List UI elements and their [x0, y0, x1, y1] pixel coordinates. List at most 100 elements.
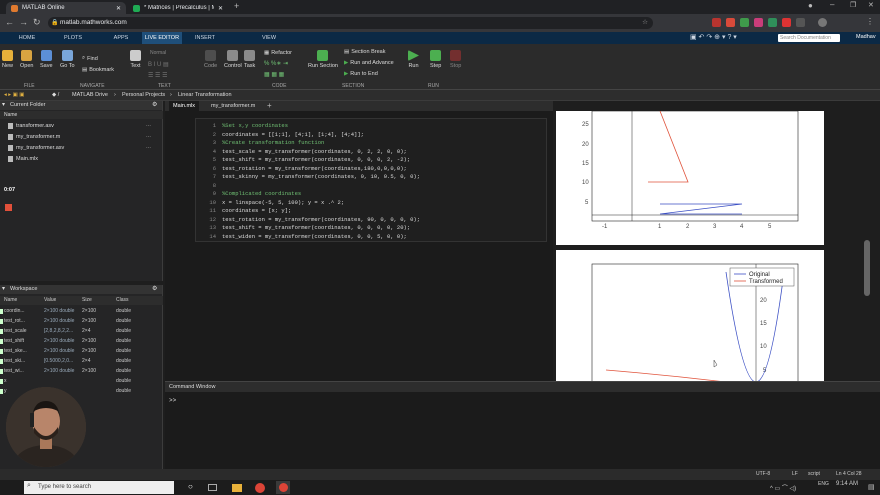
format-icons[interactable]: B I U ▤: [148, 61, 169, 68]
figure-2[interactable]: 20 15 10 5 Original Transformed: [556, 250, 824, 383]
workspace-row[interactable]: test_shift 2×100 double 2×100 double: [0, 337, 163, 346]
open-button[interactable]: Open: [20, 50, 33, 69]
run-advance-button[interactable]: ▶ Run and Advance: [344, 60, 394, 66]
tray-icons[interactable]: ^ ▭ ⌒ ◁): [770, 483, 796, 492]
reload-icon[interactable]: ↻: [33, 17, 41, 28]
workspace-row[interactable]: test_ski... [0.5000,2,0... 2×4 double: [0, 357, 163, 366]
tab-live-editor[interactable]: LIVE EDITOR: [142, 32, 182, 44]
back-icon[interactable]: ←: [5, 17, 14, 27]
more-icon[interactable]: ⋯: [146, 123, 151, 129]
panel-menu-icon[interactable]: ⚙: [152, 101, 157, 108]
quick-access-icons[interactable]: ▣ ↶ ↷ ⊕ ▾ ? ▾: [690, 33, 737, 41]
run-section-button[interactable]: Run Section: [308, 50, 338, 69]
collapse-icon[interactable]: ▾: [2, 101, 5, 108]
tab-view[interactable]: VIEW: [252, 32, 286, 44]
code-line[interactable]: 6 test_rotation = my_transformer(coordina…: [213, 165, 407, 173]
figure-1[interactable]: 25 20 15 10 5 -1 1 2 3 4 5: [556, 110, 824, 245]
tab-main-mlx[interactable]: Main.mlx: [169, 101, 200, 111]
browser-tab-khan[interactable]: * Matrices | Precalculus | Math | ✕: [128, 2, 228, 14]
extension-icon[interactable]: [768, 18, 777, 27]
search-documentation-input[interactable]: Search Documentation: [778, 34, 840, 42]
extension-icon[interactable]: [796, 18, 805, 27]
taskbar-search-input[interactable]: Type here to search: [24, 481, 174, 494]
code-line[interactable]: 5 test_shift = my_transformer(coordinates…: [213, 156, 410, 164]
extension-icon[interactable]: [740, 18, 749, 27]
workspace-row[interactable]: test_scale [2,8,2,8,2,2... 2×4 double: [0, 327, 163, 336]
tab-home[interactable]: HOME: [12, 32, 42, 44]
file-item[interactable]: transformer.asv: [8, 123, 54, 129]
new-tab-button[interactable]: +: [267, 101, 272, 110]
command-prompt[interactable]: >>: [169, 397, 176, 404]
folder-nav-icons[interactable]: ◂ ▸ ▣ ▣: [4, 91, 25, 100]
task-button[interactable]: Task: [244, 50, 255, 69]
style-dropdown[interactable]: Normal: [150, 50, 166, 56]
maximize-icon[interactable]: ❐: [850, 1, 856, 9]
workspace-row[interactable]: coordin... 2×100 double 2×100 double: [0, 307, 163, 316]
code-button[interactable]: Code: [204, 50, 217, 69]
user-name[interactable]: Madhav: [856, 34, 876, 40]
column-header[interactable]: Value: [44, 297, 56, 303]
name-column-header[interactable]: Name: [0, 111, 163, 119]
task-view-icon[interactable]: ○: [188, 482, 193, 491]
step-button[interactable]: Step: [430, 50, 441, 69]
stop-button[interactable]: Stop: [450, 50, 461, 69]
chrome-icon[interactable]: [255, 483, 265, 493]
code-line[interactable]: 7 test_skinny = my_transformer(coordinate…: [213, 173, 420, 181]
control-button[interactable]: Control: [224, 50, 242, 69]
extension-icon[interactable]: [782, 18, 791, 27]
root-icon[interactable]: ◆ /: [52, 91, 59, 100]
browser-tab-matlab[interactable]: MATLAB Online ✕: [6, 2, 126, 14]
code-line[interactable]: 2 coordinates = [[1;1], [4;1], [1;4], [4;…: [213, 131, 364, 139]
notification-icon[interactable]: ▤: [868, 483, 875, 491]
bookmark-button[interactable]: ▤ Bookmark: [82, 67, 114, 73]
new-button[interactable]: New: [2, 50, 13, 69]
workspace-row[interactable]: test_rot... 2×100 double 2×100 double: [0, 317, 163, 326]
more-icon[interactable]: ⋯: [146, 145, 151, 151]
close-window-icon[interactable]: ✕: [868, 1, 874, 9]
align-icons[interactable]: ☰ ☰ ☰: [148, 72, 167, 79]
forward-icon[interactable]: →: [19, 17, 28, 27]
file-item[interactable]: my_transformer.asv: [8, 145, 64, 151]
collapse-icon[interactable]: ▾: [2, 285, 5, 292]
url-input[interactable]: 🔒 matlab.mathworks.com ☆: [48, 17, 653, 29]
column-header[interactable]: Class: [116, 297, 129, 303]
output-scrollbar[interactable]: [864, 240, 870, 296]
tab-insert[interactable]: INSERT: [188, 32, 222, 44]
command-window[interactable]: Command Window >>: [165, 381, 880, 469]
run-to-end-button[interactable]: ▶ Run to End: [344, 71, 378, 77]
code-line[interactable]: 9 %Complicated coordinates: [213, 190, 302, 198]
save-button[interactable]: Save: [40, 50, 53, 69]
profile-icon[interactable]: ●: [808, 1, 813, 10]
file-explorer-icon[interactable]: [232, 484, 242, 492]
tab-plots[interactable]: PLOTS: [58, 32, 88, 44]
goto-button[interactable]: Go To: [60, 50, 75, 69]
new-tab-button[interactable]: +: [234, 1, 239, 11]
code-line[interactable]: 10 x = linspace(-5, 5, 100); y = x .^ 2;: [209, 199, 344, 207]
refactor-button[interactable]: ▦ Refactor: [264, 50, 292, 56]
breadcrumb-linear-transformation[interactable]: Linear Transformation: [178, 91, 232, 100]
column-header[interactable]: Size: [82, 297, 92, 303]
panel-menu-icon[interactable]: ⚙: [152, 285, 157, 292]
breadcrumb-matlab-drive[interactable]: MATLAB Drive: [72, 91, 108, 100]
breadcrumb-personal-projects[interactable]: Personal Projects: [122, 91, 165, 100]
code-line[interactable]: 3 %Create transformation function: [213, 139, 325, 147]
code-line[interactable]: 1 %Set x,y coordinates: [213, 122, 288, 130]
run-button[interactable]: Run: [408, 50, 419, 69]
extension-abp-icon[interactable]: [712, 18, 721, 27]
file-item[interactable]: my_transformer.m: [8, 134, 60, 140]
tab-my-transformer[interactable]: my_transformer.m: [207, 101, 261, 111]
language-indicator[interactable]: ENG: [818, 481, 829, 487]
find-button[interactable]: ⌕ Find: [82, 55, 98, 62]
comment-icons[interactable]: % %∗ ⇥: [264, 60, 288, 67]
code-line[interactable]: 14 test_widen = my_transformer(coordinate…: [209, 233, 406, 241]
workspace-row[interactable]: test_wi... 2×100 double 2×100 double: [0, 367, 163, 376]
file-item[interactable]: Main.mlx: [8, 156, 38, 162]
extension-icon[interactable]: [754, 18, 763, 27]
more-icon[interactable]: ⋯: [146, 134, 151, 140]
workspace-row[interactable]: x double: [0, 377, 163, 386]
code-line[interactable]: 4 test_scale = my_transformer(coordinates…: [213, 148, 407, 156]
close-icon[interactable]: ✕: [116, 5, 121, 12]
star-icon[interactable]: ☆: [642, 17, 648, 29]
column-header[interactable]: Name: [4, 297, 17, 303]
multitask-icon[interactable]: [208, 484, 217, 491]
